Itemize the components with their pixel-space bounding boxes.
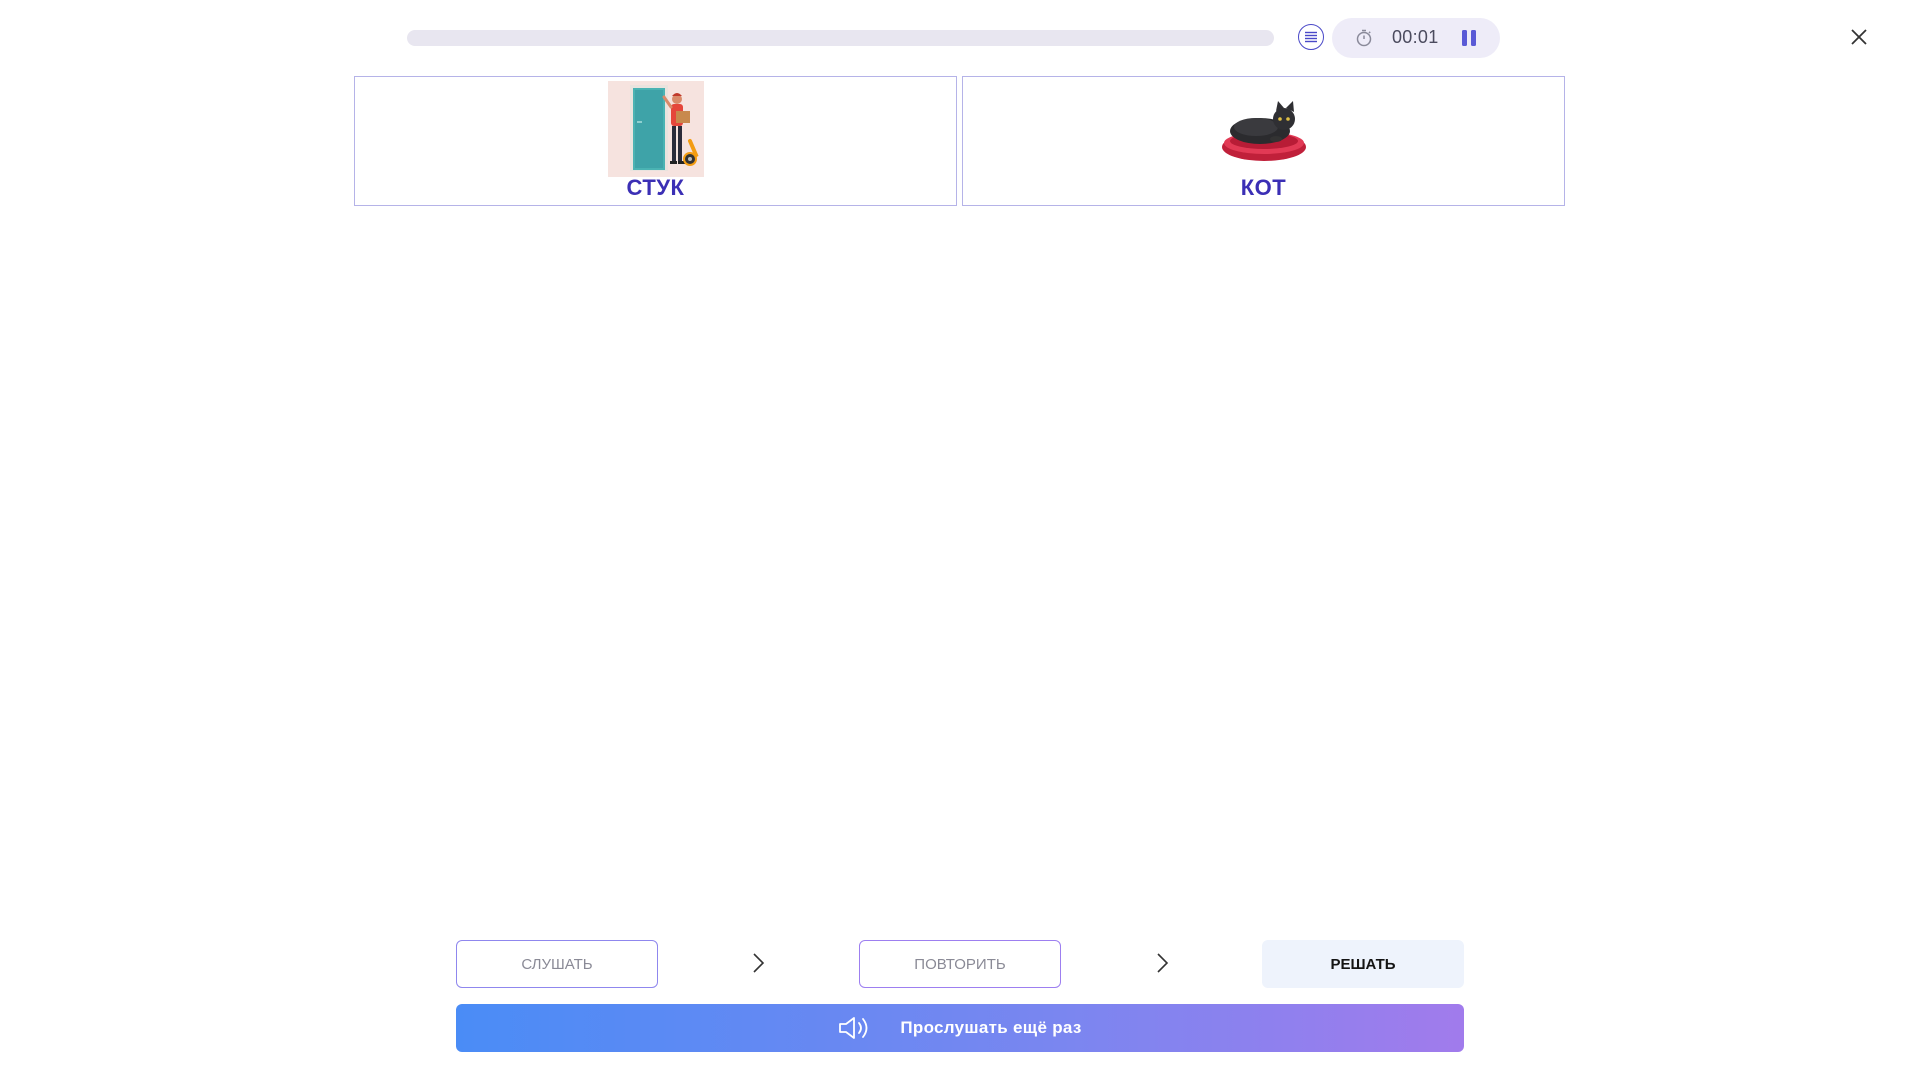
list-icon <box>1305 31 1317 43</box>
timer-value: 00:01 <box>1392 27 1439 47</box>
progress-bar <box>407 30 1274 46</box>
pause-icon[interactable] <box>1458 28 1480 48</box>
answer-card-knock[interactable]: СТУК <box>354 76 957 206</box>
chevron-right-icon <box>753 953 765 973</box>
step-listen-button[interactable]: СЛУШАТЬ <box>456 940 658 988</box>
door-knock-illustration <box>607 81 704 177</box>
answer-card-cat[interactable]: КОТ <box>962 76 1565 206</box>
stopwatch-icon <box>1356 29 1372 47</box>
cat-in-bed-illustration <box>1221 101 1306 161</box>
answer-card-label: КОТ <box>1240 175 1287 200</box>
timer-panel: 00:01 <box>1332 18 1500 58</box>
play-again-label: Прослушать ещё раз <box>900 1018 1082 1037</box>
close-icon[interactable] <box>1846 24 1872 50</box>
step-repeat-button[interactable]: ПОВТОРИТЬ <box>859 940 1061 988</box>
play-again-button[interactable]: Прослушать ещё раз <box>456 1004 1464 1052</box>
step-solve-button[interactable]: РЕШАТЬ <box>1262 940 1464 988</box>
quiz-screen: 00:01 СТУК КОТ СЛУШАТЬ ПОВТОРИТЬ РЕШАТЬ … <box>0 0 1920 1080</box>
answer-card-label: СТУК <box>626 175 685 200</box>
task-list-button[interactable] <box>1298 24 1324 50</box>
speaker-icon <box>839 1017 868 1039</box>
chevron-right-icon <box>1157 953 1169 973</box>
